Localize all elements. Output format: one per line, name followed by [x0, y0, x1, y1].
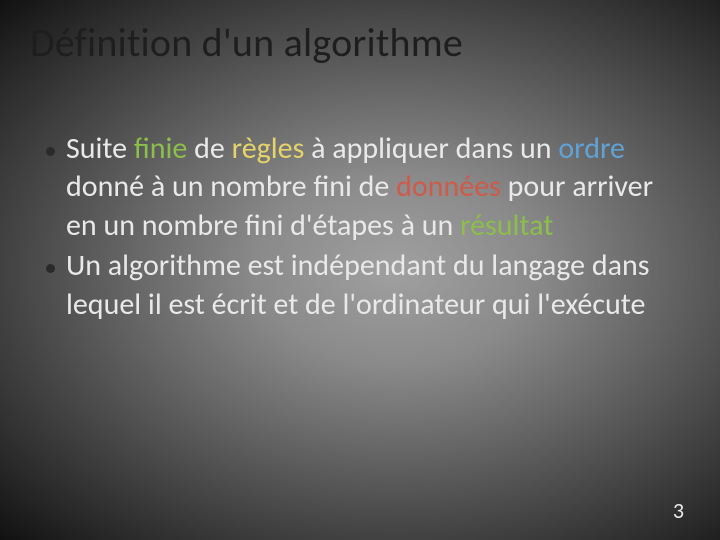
page-number: 3	[673, 497, 684, 524]
text-fragment: donné à un nombre fini de	[66, 168, 389, 205]
bullet-icon	[46, 147, 55, 156]
slide-body: Suite finie de règles à appliquer dans u…	[46, 130, 680, 326]
text-fragment: à appliquer dans un	[311, 130, 551, 167]
keyword-regles: règles	[232, 130, 305, 167]
bullet-item: Suite finie de règles à appliquer dans u…	[46, 130, 680, 245]
keyword-resultat: résultat	[460, 207, 553, 244]
keyword-donnees: données	[396, 168, 501, 205]
bullet-icon	[46, 264, 55, 273]
slide: Définition d'un algorithme Suite finie d…	[0, 0, 720, 540]
text-fragment: Suite	[66, 130, 127, 167]
keyword-ordre: ordre	[558, 130, 625, 167]
keyword-finie: finie	[134, 130, 187, 167]
bullet-item: Un algorithme est indépendant du langage…	[46, 247, 680, 324]
text-fragment: Un algorithme est indépendant du langage…	[66, 247, 649, 322]
text-fragment: de	[194, 130, 225, 167]
slide-title: Définition d'un algorithme	[30, 18, 463, 67]
